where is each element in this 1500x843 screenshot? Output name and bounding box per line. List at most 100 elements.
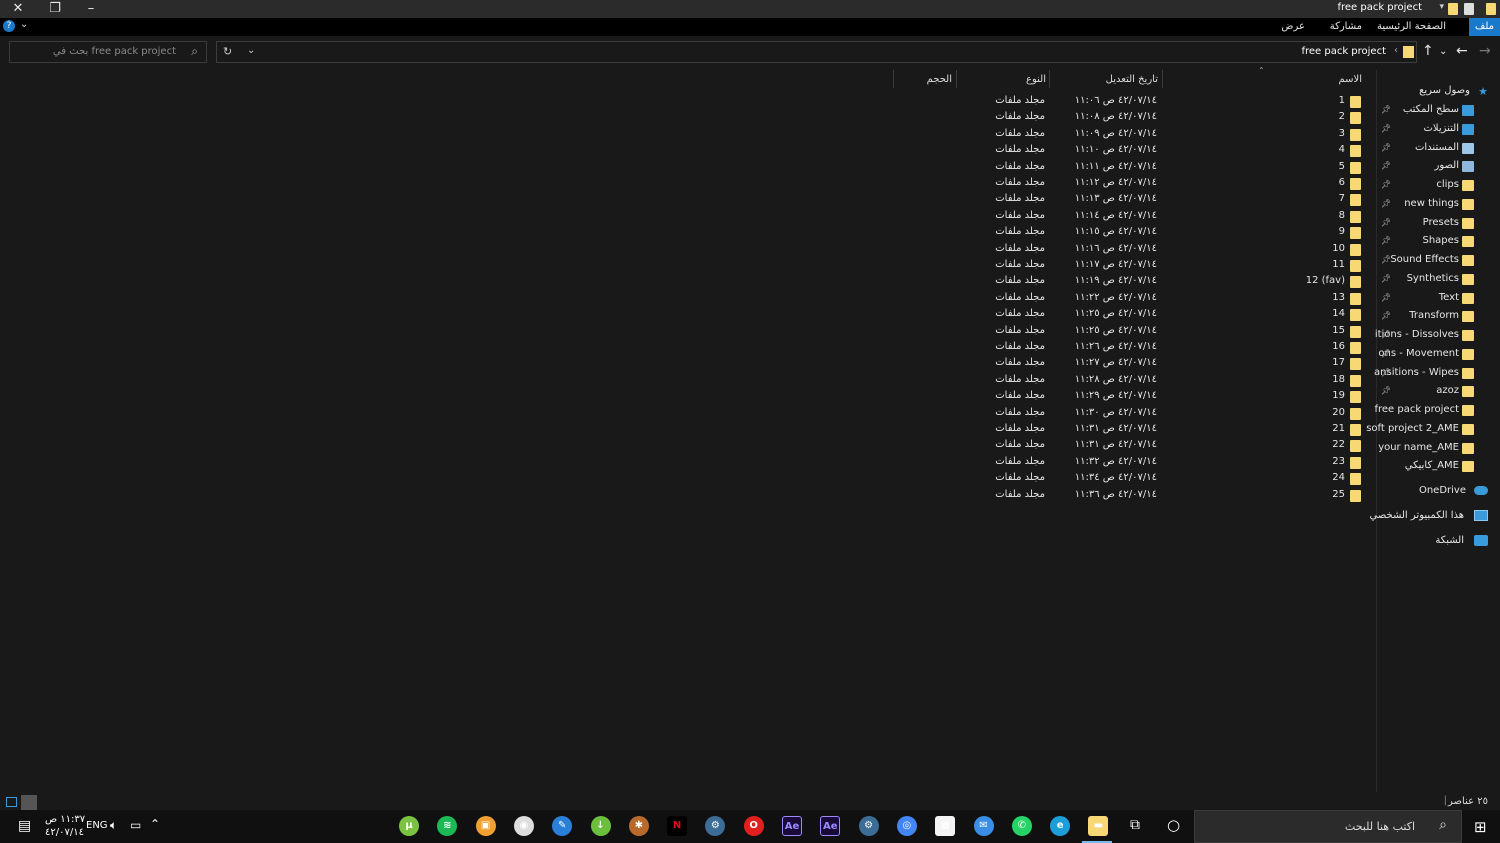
restore-icon[interactable]: ❐ xyxy=(37,0,73,18)
nav-item[interactable]: your name_AME xyxy=(1378,442,1459,453)
pin-icon[interactable]: 📌︎ xyxy=(1381,255,1391,264)
pin-icon[interactable]: 📌︎ xyxy=(1381,199,1391,208)
pin-icon[interactable]: 📌︎ xyxy=(1381,124,1391,133)
pin-icon[interactable]: 📌︎ xyxy=(1381,349,1391,358)
nav-item[interactable]: azoz xyxy=(1436,385,1459,396)
address-dropdown-icon[interactable]: ⌄ xyxy=(247,45,255,56)
file-row[interactable]: 8 ٤٢/٠٧/١٤ ص ١١:١٤ مجلد ملفات xyxy=(980,209,1365,225)
search-input[interactable]: بحث في free pack project ⌕ xyxy=(9,41,207,63)
mail-icon[interactable]: ✉ xyxy=(973,816,994,836)
after-effects-icon[interactable]: Ae xyxy=(782,816,802,836)
opera-icon[interactable]: O xyxy=(743,816,764,836)
store-icon[interactable]: ▦ xyxy=(935,816,956,836)
file-row[interactable]: 6 ٤٢/٠٧/١٤ ص ١١:١٢ مجلد ملفات xyxy=(980,176,1365,192)
file-row[interactable]: 16 ٤٢/٠٧/١٤ ص ١١:٢٦ مجلد ملفات xyxy=(980,340,1365,356)
task-view-icon[interactable]: ⧉ xyxy=(1130,817,1140,833)
pin-icon[interactable]: 📌︎ xyxy=(1381,368,1391,377)
idm-icon[interactable]: ↓ xyxy=(590,816,611,836)
column-divider[interactable] xyxy=(956,70,957,88)
file-row[interactable]: 14 ٤٢/٠٧/١٤ ص ١١:٢٥ مجلد ملفات xyxy=(980,307,1365,323)
nav-item[interactable]: new things xyxy=(1404,198,1459,209)
pin-icon[interactable]: 📌︎ xyxy=(1381,293,1391,302)
file-row[interactable]: 3 ٤٢/٠٧/١٤ ص ١١:٠٩ مجلد ملفات xyxy=(980,127,1365,143)
game-app-icon[interactable]: ✱ xyxy=(628,816,649,836)
column-header-name[interactable]: الاسم xyxy=(1338,74,1362,85)
volume-icon[interactable]: 🔈︎ xyxy=(110,818,117,833)
file-row[interactable]: 10 ٤٢/٠٧/١٤ ص ١١:١٦ مجلد ملفات xyxy=(980,242,1365,258)
pin-icon[interactable]: 📌︎ xyxy=(1381,386,1391,395)
minimize-icon[interactable]: – xyxy=(73,0,109,18)
nav-network[interactable]: الشبكة xyxy=(1435,535,1464,546)
nav-item[interactable]: التنزيلات xyxy=(1423,123,1459,134)
paint-app-icon[interactable]: ✎ xyxy=(552,816,573,836)
nav-item[interactable]: Text xyxy=(1439,292,1459,303)
back-arrow-icon[interactable]: ← xyxy=(1456,43,1468,59)
spotify-icon[interactable]: ≋ xyxy=(437,816,458,836)
nav-item[interactable]: Sound Effects xyxy=(1390,254,1459,265)
taskbar-search-box[interactable]: اكتب هنا للبحث ⌕ xyxy=(1194,810,1462,843)
breadcrumb-chevron-icon[interactable]: ‹ xyxy=(1394,45,1398,56)
column-divider[interactable] xyxy=(1049,70,1050,88)
tab-view[interactable]: عرض xyxy=(1275,18,1311,36)
whatsapp-icon[interactable]: ✆ xyxy=(1011,816,1032,836)
file-row[interactable]: 1 ٤٢/٠٧/١٤ ص ١١:٠٦ مجلد ملفات xyxy=(980,94,1365,110)
language-indicator[interactable]: ENG xyxy=(86,820,108,831)
nav-item[interactable]: soft project 2_AME xyxy=(1366,423,1459,434)
file-row[interactable]: 13 ٤٢/٠٧/١٤ ص ١١:٢٢ مجلد ملفات xyxy=(980,291,1365,307)
file-row[interactable]: 9 ٤٢/٠٧/١٤ ص ١١:١٥ مجلد ملفات xyxy=(980,225,1365,241)
file-row[interactable]: 20 ٤٢/٠٧/١٤ ص ١١:٣٠ مجلد ملفات xyxy=(980,406,1365,422)
up-arrow-icon[interactable]: ↑ xyxy=(1422,43,1434,59)
file-row[interactable]: 24 ٤٢/٠٧/١٤ ص ١١:٣٤ مجلد ملفات xyxy=(980,471,1365,487)
details-view-icon[interactable] xyxy=(6,797,17,807)
camera-app-icon[interactable]: ◉ xyxy=(513,816,534,836)
refresh-icon[interactable]: ↻ xyxy=(223,45,232,58)
column-header-size[interactable]: الحجم xyxy=(927,74,952,85)
column-header-type[interactable]: النوع xyxy=(1026,74,1046,85)
chrome-icon[interactable]: ◎ xyxy=(896,816,917,836)
pin-icon[interactable]: 📌︎ xyxy=(1381,311,1391,320)
clock-time[interactable]: ١١:٣٧ ص xyxy=(45,814,85,825)
file-row[interactable]: 22 ٤٢/٠٧/١٤ ص ١١:٣١ مجلد ملفات xyxy=(980,438,1365,454)
nav-item[interactable]: Synthetics xyxy=(1407,273,1459,284)
address-bar[interactable]: ↻ ⌄ free pack project ‹ xyxy=(216,41,1417,63)
network-tray-icon[interactable]: ▭ xyxy=(130,818,141,832)
steam-icon[interactable]: ⚙ xyxy=(705,816,726,836)
nav-item[interactable]: سطح المكتب xyxy=(1403,104,1459,115)
tab-file[interactable]: ملف xyxy=(1468,18,1500,36)
utorrent-icon[interactable]: µ xyxy=(399,816,419,836)
tab-home[interactable]: الصفحة الرئيسية xyxy=(1371,18,1452,36)
nav-item[interactable]: Shapes xyxy=(1422,235,1459,246)
file-row[interactable]: 11 ٤٢/٠٧/١٤ ص ١١:١٧ مجلد ملفات xyxy=(980,258,1365,274)
nav-item[interactable]: كابيكي_AME xyxy=(1405,460,1459,471)
file-row[interactable]: 4 ٤٢/٠٧/١٤ ص ١١:١٠ مجلد ملفات xyxy=(980,143,1365,159)
file-row[interactable]: 5 ٤٢/٠٧/١٤ ص ١١:١١ مجلد ملفات xyxy=(980,160,1365,176)
file-row[interactable]: 23 ٤٢/٠٧/١٤ ص ١١:٣٢ مجلد ملفات xyxy=(980,455,1365,471)
recent-locations-icon[interactable]: ⌄ xyxy=(1439,46,1447,57)
nav-this-pc[interactable]: هذا الكمبيوتر الشخصي xyxy=(1370,510,1465,521)
column-divider[interactable] xyxy=(1162,70,1163,88)
file-row[interactable]: 2 ٤٢/٠٧/١٤ ص ١١:٠٨ مجلد ملفات xyxy=(980,110,1365,126)
file-row[interactable]: 15 ٤٢/٠٧/١٤ ص ١١:٢٥ مجلد ملفات xyxy=(980,324,1365,340)
pin-icon[interactable]: 📌︎ xyxy=(1381,330,1391,339)
nav-quick-access[interactable]: وصول سريع xyxy=(1419,85,1470,96)
clock-date[interactable]: ٤٢/٠٧/١٤ xyxy=(45,827,84,838)
netflix-icon[interactable]: N xyxy=(667,816,688,836)
file-row[interactable]: 19 ٤٢/٠٧/١٤ ص ١١:٢٩ مجلد ملفات xyxy=(980,389,1365,405)
file-row[interactable]: 25 ٤٢/٠٧/١٤ ص ١١:٣٦ مجلد ملفات xyxy=(980,488,1365,504)
quick-access-dropdown-icon[interactable]: ▾ xyxy=(1439,2,1444,12)
file-row[interactable]: 12 (fav) ٤٢/٠٧/١٤ ص ١١:١٩ مجلد ملفات xyxy=(980,274,1365,290)
nav-item[interactable]: free pack project xyxy=(1374,404,1459,415)
file-row[interactable]: 21 ٤٢/٠٧/١٤ ص ١١:٣١ مجلد ملفات xyxy=(980,422,1365,438)
column-header-date[interactable]: تاريخ التعديل xyxy=(1106,74,1158,85)
app-orange-icon[interactable]: ▣ xyxy=(475,816,496,836)
column-divider[interactable] xyxy=(893,70,894,88)
pin-icon[interactable]: 📌︎ xyxy=(1381,161,1391,170)
pin-icon[interactable]: 📌︎ xyxy=(1381,180,1391,189)
nav-item[interactable]: clips xyxy=(1436,179,1459,190)
properties-icon[interactable] xyxy=(1464,3,1474,15)
pin-icon[interactable]: 📌︎ xyxy=(1381,274,1391,283)
forward-arrow-icon[interactable]: → xyxy=(1479,43,1491,59)
nav-item[interactable]: الصور xyxy=(1435,160,1460,171)
large-icons-view-icon[interactable] xyxy=(21,795,37,810)
action-center-icon[interactable]: ▤ xyxy=(18,818,31,834)
